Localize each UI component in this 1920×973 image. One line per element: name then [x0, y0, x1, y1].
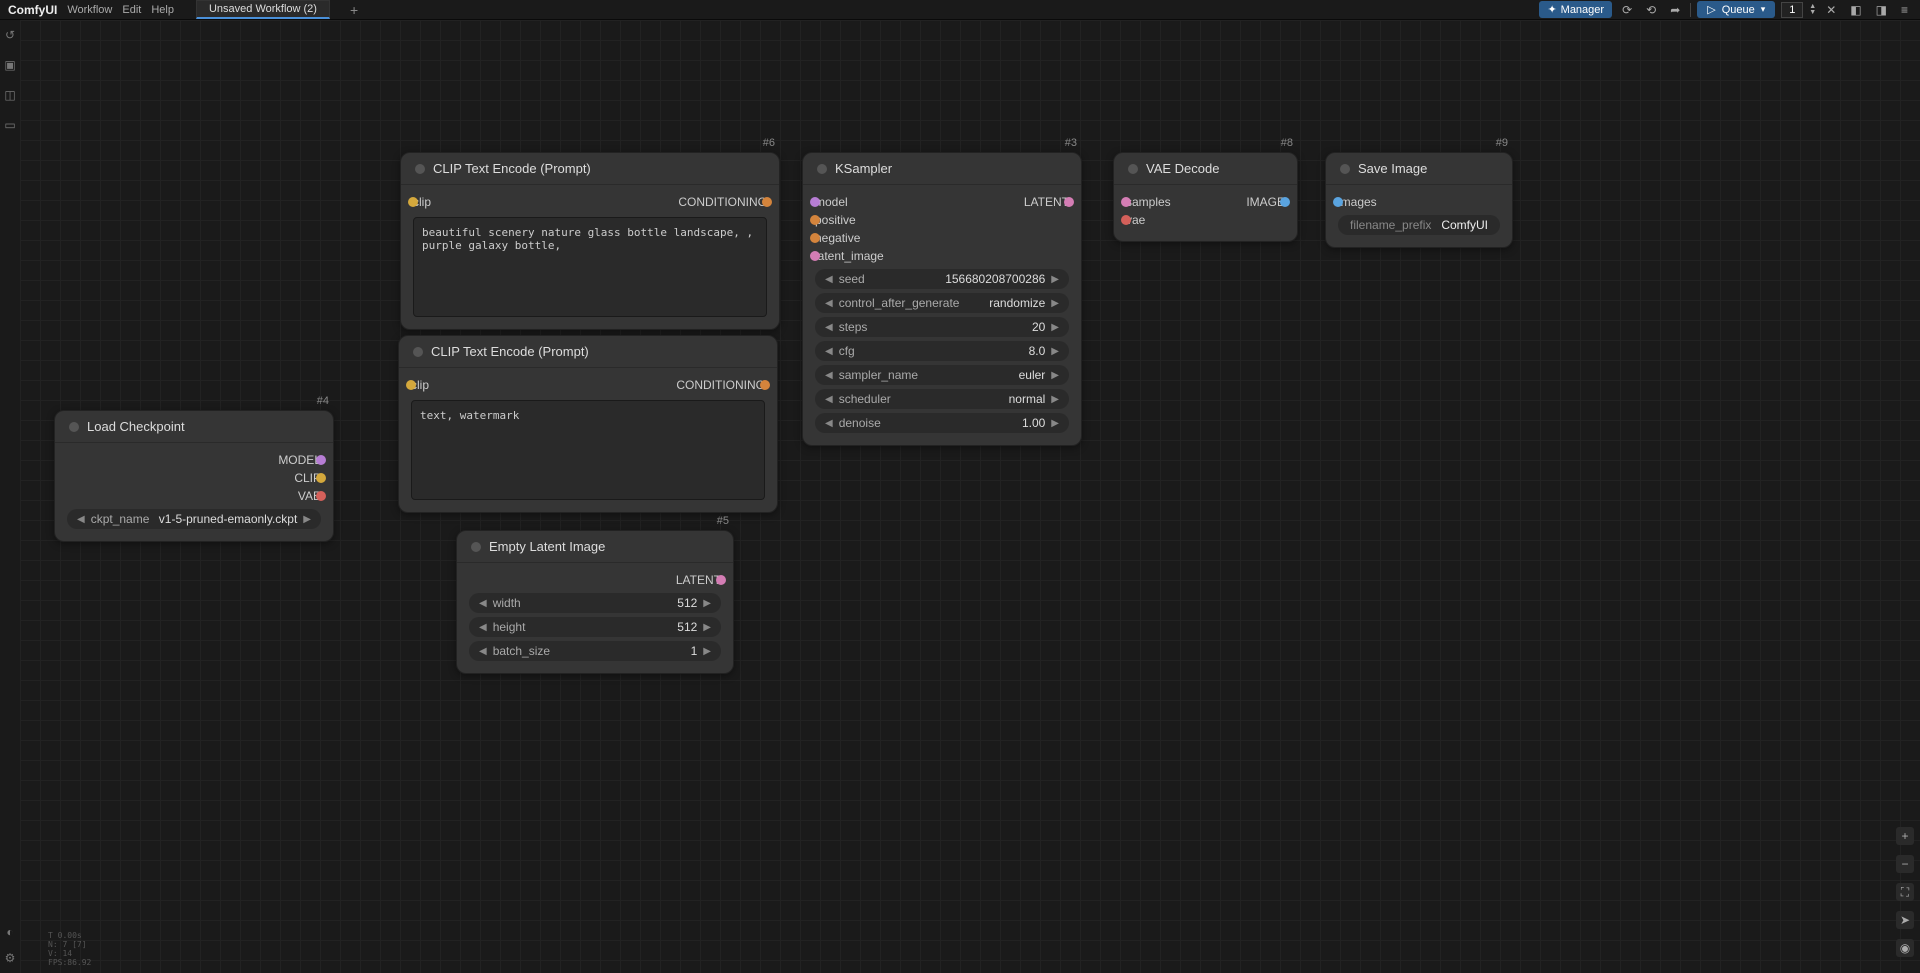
- puzzle-icon: ✦: [1547, 3, 1556, 16]
- menu-icon[interactable]: ≡: [1897, 3, 1912, 17]
- arrow-right-icon[interactable]: ▶: [303, 514, 311, 525]
- node-ksampler[interactable]: #3 KSampler modelLATENT positive negativ…: [802, 152, 1082, 446]
- node-vae-decode[interactable]: #8 VAE Decode samplesIMAGE vae: [1113, 152, 1298, 242]
- history-icon[interactable]: ↺: [5, 28, 15, 42]
- reset-view-icon[interactable]: ⟳: [1618, 3, 1636, 17]
- node-id: #8: [1281, 137, 1293, 149]
- node-id: #5: [717, 515, 729, 527]
- menu-help[interactable]: Help: [151, 4, 174, 16]
- manager-button[interactable]: ✦ Manager: [1539, 1, 1612, 18]
- node-title: CLIP Text Encode (Prompt): [431, 344, 589, 359]
- batch-count-input[interactable]: [1781, 2, 1803, 18]
- manager-label: Manager: [1561, 4, 1604, 16]
- count-spinner[interactable]: ▲▼: [1809, 4, 1816, 16]
- input-negative[interactable]: negative: [815, 231, 860, 245]
- panel-left-icon[interactable]: ◧: [1846, 3, 1865, 17]
- node-title: Empty Latent Image: [489, 539, 605, 554]
- widget-cfg[interactable]: ◀cfg8.0▶: [815, 341, 1069, 361]
- node-title: Load Checkpoint: [87, 419, 185, 434]
- canvas-stats: T 0.00s N: 7 [7] V: 14 FPS:86.92: [48, 931, 91, 967]
- node-canvas[interactable]: #4 Load Checkpoint MODEL CLIP VAE ◀ ckpt…: [20, 20, 1920, 973]
- info-button[interactable]: ◉: [1896, 939, 1914, 957]
- settings-icon[interactable]: ⚙: [5, 951, 16, 965]
- widget-scheduler[interactable]: ◀schedulernormal▶: [815, 389, 1069, 409]
- widget-batch-size[interactable]: ◀batch_size1▶: [469, 641, 721, 661]
- node-save-image[interactable]: #9 Save Image images filename_prefix Com…: [1325, 152, 1513, 248]
- zoom-out-button[interactable]: −: [1896, 855, 1914, 873]
- node-id: #3: [1065, 137, 1077, 149]
- node-id: #9: [1496, 137, 1508, 149]
- widget-control-after-generate[interactable]: ◀control_after_generaterandomize▶: [815, 293, 1069, 313]
- run-icon: ▷: [1707, 3, 1715, 16]
- input-positive[interactable]: positive: [815, 213, 856, 227]
- reset-icon[interactable]: ⟲: [1642, 3, 1660, 17]
- tab-title: Unsaved Workflow (2): [209, 3, 317, 15]
- close-icon[interactable]: ✕: [1822, 3, 1840, 17]
- input-samples[interactable]: samples: [1126, 195, 1171, 209]
- left-sidebar: ↺ ▣ ◫ ▭: [0, 20, 20, 973]
- canvas-tools: + − ⛶ ➤ ◉: [1896, 827, 1914, 957]
- node-title: VAE Decode: [1146, 161, 1219, 176]
- locate-button[interactable]: ➤: [1896, 911, 1914, 929]
- node-title: CLIP Text Encode (Prompt): [433, 161, 591, 176]
- save-icon[interactable]: ▣: [4, 58, 15, 72]
- node-title: KSampler: [835, 161, 892, 176]
- add-tab-button[interactable]: +: [350, 2, 358, 18]
- node-clip-text-encode-negative[interactable]: CLIP Text Encode (Prompt) clip CONDITION…: [398, 335, 778, 513]
- output-latent[interactable]: LATENT: [1024, 195, 1069, 209]
- queue-label: Queue: [1722, 4, 1755, 16]
- prompt-textarea[interactable]: text, watermark: [411, 400, 765, 500]
- chevron-down-icon: ▾: [1761, 4, 1766, 15]
- input-images[interactable]: images: [1338, 195, 1377, 209]
- widget-height[interactable]: ◀height512▶: [469, 617, 721, 637]
- node-clip-text-encode-positive[interactable]: #6 CLIP Text Encode (Prompt) clip CONDIT…: [400, 152, 780, 330]
- widget-value: ComfyUI: [1441, 218, 1488, 232]
- node-id: #6: [763, 137, 775, 149]
- widget-label: filename_prefix: [1350, 218, 1431, 232]
- node-id: #4: [317, 395, 329, 407]
- widget-denoise[interactable]: ◀denoise1.00▶: [815, 413, 1069, 433]
- widget-steps[interactable]: ◀steps20▶: [815, 317, 1069, 337]
- node-title: Save Image: [1358, 161, 1427, 176]
- node-empty-latent-image[interactable]: #5 Empty Latent Image LATENT ◀width512▶ …: [456, 530, 734, 674]
- output-latent[interactable]: LATENT: [676, 573, 721, 587]
- prompt-textarea[interactable]: beautiful scenery nature glass bottle la…: [413, 217, 767, 317]
- queue-button[interactable]: ▷ Queue ▾: [1697, 1, 1775, 18]
- widget-value: v1-5-pruned-emaonly.ckpt: [159, 512, 298, 526]
- widget-filename-prefix[interactable]: filename_prefix ComfyUI: [1338, 215, 1500, 235]
- menu-edit[interactable]: Edit: [122, 4, 141, 16]
- link-layer: [20, 20, 320, 170]
- app-logo[interactable]: ComfyUI: [8, 3, 57, 17]
- menu-workflow[interactable]: Workflow: [67, 4, 112, 16]
- zoom-in-button[interactable]: +: [1896, 827, 1914, 845]
- theme-icon[interactable]: ◐: [6, 925, 13, 939]
- workflow-tab[interactable]: Unsaved Workflow (2): [196, 0, 330, 19]
- widget-label: ckpt_name: [91, 512, 150, 526]
- divider: [1690, 3, 1691, 17]
- output-conditioning[interactable]: CONDITIONING: [676, 378, 765, 392]
- arrow-left-icon[interactable]: ◀: [77, 514, 85, 525]
- panel-right-icon[interactable]: ◨: [1872, 3, 1891, 17]
- output-model[interactable]: MODEL: [278, 453, 321, 467]
- fit-view-button[interactable]: ⛶: [1896, 883, 1914, 901]
- input-latent-image[interactable]: latent_image: [815, 249, 884, 263]
- folder-icon[interactable]: ▭: [4, 118, 15, 132]
- top-bar: ComfyUI Workflow Edit Help Unsaved Workf…: [0, 0, 1920, 20]
- output-conditioning[interactable]: CONDITIONING: [678, 195, 767, 209]
- node-load-checkpoint[interactable]: #4 Load Checkpoint MODEL CLIP VAE ◀ ckpt…: [54, 410, 334, 542]
- widget-seed[interactable]: ◀seed156680208700286▶: [815, 269, 1069, 289]
- box-icon[interactable]: ◫: [4, 88, 15, 102]
- widget-sampler-name[interactable]: ◀sampler_nameeuler▶: [815, 365, 1069, 385]
- share-icon[interactable]: ➦: [1666, 3, 1684, 17]
- widget-width[interactable]: ◀width512▶: [469, 593, 721, 613]
- widget-ckpt-name[interactable]: ◀ ckpt_name v1-5-pruned-emaonly.ckpt ▶: [67, 509, 321, 529]
